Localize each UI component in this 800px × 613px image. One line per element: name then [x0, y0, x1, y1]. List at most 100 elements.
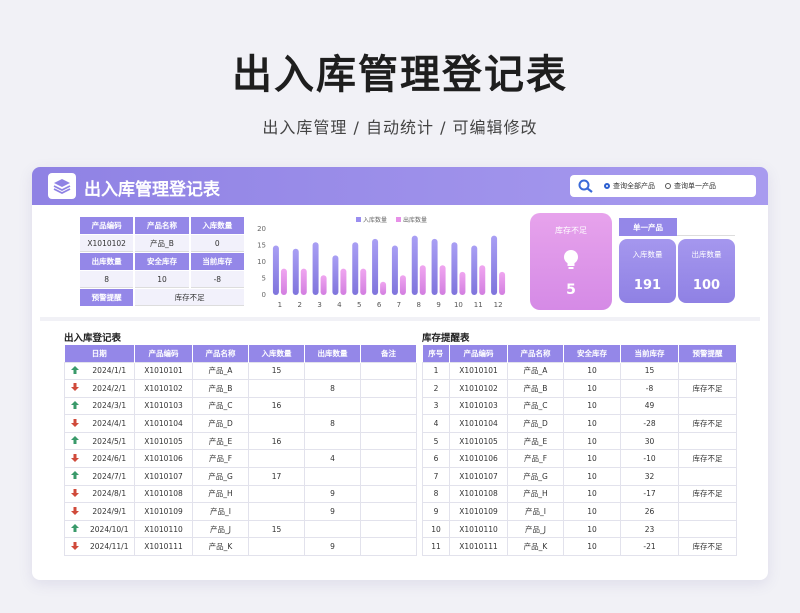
ledger-note[interactable] [360, 449, 417, 469]
stock-no: 11 [422, 537, 450, 557]
ledger-note[interactable] [360, 467, 417, 486]
ledger-in[interactable]: 16 [248, 396, 305, 416]
ledger-date[interactable]: 2024/9/1 [84, 502, 135, 521]
ledger-date[interactable]: 2024/1/1 [84, 361, 135, 381]
stock-safe[interactable]: 10 [563, 361, 621, 381]
ledger-out[interactable]: 8 [304, 414, 361, 433]
stock-col-name: 产品名称 [507, 345, 564, 362]
ledger-in[interactable]: 15 [248, 519, 305, 539]
stock-name: 产品_I [507, 502, 564, 521]
ledger-in[interactable]: 16 [248, 431, 305, 451]
ledger-date[interactable]: 2024/6/1 [84, 449, 135, 469]
ledger-note[interactable] [360, 537, 417, 557]
ledger-note[interactable] [360, 484, 417, 504]
monthly-bar-chart: 入库数量 出库数量051015201 2 3 4 5 6 7 8 9 10 11 12 [257, 216, 506, 309]
ledger-in[interactable] [248, 537, 305, 557]
ledger-note[interactable] [360, 502, 417, 521]
ledger-date[interactable]: 2024/2/1 [84, 379, 135, 398]
ledger-date[interactable]: 2024/7/1 [84, 467, 135, 486]
ledger-code[interactable]: X1010111 [134, 537, 193, 557]
ledger-code[interactable]: X1010110 [134, 519, 193, 539]
ledger-out[interactable] [304, 396, 361, 416]
bar-out [439, 265, 446, 295]
ledger-name[interactable]: 产品_E [192, 431, 249, 451]
ledger-note[interactable] [360, 431, 417, 451]
legend-swatch [356, 217, 361, 222]
stock-safe[interactable]: 10 [563, 379, 621, 398]
stock-code: X1010104 [449, 414, 508, 433]
ledger-name[interactable]: 产品_I [192, 502, 249, 521]
stock-safe[interactable]: 10 [563, 414, 621, 433]
ledger-name[interactable]: 产品_F [192, 449, 249, 469]
stock-safe[interactable]: 10 [563, 502, 621, 521]
ledger-in[interactable] [248, 449, 305, 469]
ledger-out[interactable]: 8 [304, 379, 361, 398]
ledger-code[interactable]: X1010105 [134, 431, 193, 451]
ledger-name[interactable]: 产品_H [192, 484, 249, 504]
ledger-code[interactable]: X1010109 [134, 502, 193, 521]
ledger-out[interactable] [304, 431, 361, 451]
ledger-code[interactable]: X1010106 [134, 449, 193, 469]
ledger-code[interactable]: X1010103 [134, 396, 193, 416]
ledger-row: 2024/10/1 X1010110 产品_J 15 [64, 519, 417, 539]
stock-safe[interactable]: 10 [563, 519, 621, 539]
ledger-date[interactable]: 2024/8/1 [84, 484, 135, 504]
ledger-name[interactable]: 产品_D [192, 414, 249, 433]
stock-safe[interactable]: 10 [563, 537, 621, 557]
stock-table: 序号 产品编码 产品名称 安全库存 当前库存 预警提醒 1 X1010101 产品_… [422, 345, 737, 557]
ledger-date[interactable]: 2024/10/1 [84, 519, 135, 539]
ledger-name[interactable]: 产品_A [192, 361, 249, 381]
ledger-in[interactable] [248, 414, 305, 433]
ledger-out[interactable]: 9 [304, 537, 361, 557]
ledger-date[interactable]: 2024/5/1 [84, 431, 135, 451]
ledger-in[interactable] [248, 502, 305, 521]
ledger-code[interactable]: X1010104 [134, 414, 193, 433]
radio-dot[interactable] [665, 183, 671, 189]
ledger-name[interactable]: 产品_B [192, 379, 249, 398]
stock-warning [678, 502, 737, 521]
stock-safe[interactable]: 10 [563, 484, 621, 504]
ledger-out[interactable] [304, 467, 361, 486]
stock-safe[interactable]: 10 [563, 449, 621, 469]
single-product-value[interactable] [677, 218, 735, 236]
ledger-date[interactable]: 2024/3/1 [84, 396, 135, 416]
ledger-title: 出入库登记表 [64, 333, 122, 344]
ledger-note[interactable] [360, 361, 417, 381]
ledger-code[interactable]: X1010101 [134, 361, 193, 381]
ledger-name[interactable]: 产品_J [192, 519, 249, 539]
ledger-in[interactable]: 15 [248, 361, 305, 381]
ledger-in[interactable] [248, 484, 305, 504]
ledger-note[interactable] [360, 519, 417, 539]
ledger-name[interactable]: 产品_C [192, 396, 249, 416]
ledger-out[interactable] [304, 361, 361, 381]
ledger-note[interactable] [360, 396, 417, 416]
ledger-note[interactable] [360, 379, 417, 398]
ledger-code[interactable]: X1010108 [134, 484, 193, 504]
ledger-row: 2024/4/1 X1010104 产品_D 8 [64, 414, 417, 433]
value-product-code[interactable]: X1010102 [80, 235, 134, 252]
stock-code: X1010108 [449, 484, 508, 504]
radio-dot-selected[interactable] [604, 183, 610, 189]
stock-safe[interactable]: 10 [563, 431, 621, 451]
ledger-code[interactable]: X1010107 [134, 467, 193, 486]
stock-safe[interactable]: 10 [563, 467, 621, 486]
ledger-note[interactable] [360, 414, 417, 433]
radio-query-single[interactable]: 查询单一产品 [665, 181, 716, 191]
ledger-date[interactable]: 2024/4/1 [84, 414, 135, 433]
ledger-out[interactable]: 4 [304, 449, 361, 469]
stock-col-no: 序号 [422, 345, 450, 362]
ledger-date[interactable]: 2024/11/1 [84, 537, 135, 557]
stock-safe[interactable]: 10 [563, 396, 621, 416]
ledger-code[interactable]: X1010102 [134, 379, 193, 398]
ledger-out[interactable]: 9 [304, 502, 361, 521]
ledger-out[interactable] [304, 519, 361, 539]
stock-current: 15 [620, 361, 679, 381]
ledger-out[interactable]: 9 [304, 484, 361, 504]
ledger-in[interactable]: 17 [248, 467, 305, 486]
stock-no: 4 [422, 414, 450, 433]
ledger-in[interactable] [248, 379, 305, 398]
ledger-name[interactable]: 产品_K [192, 537, 249, 557]
ledger-name[interactable]: 产品_G [192, 467, 249, 486]
radio-query-all[interactable]: 查询全部产品 [604, 181, 655, 191]
search-icon[interactable] [578, 179, 594, 193]
